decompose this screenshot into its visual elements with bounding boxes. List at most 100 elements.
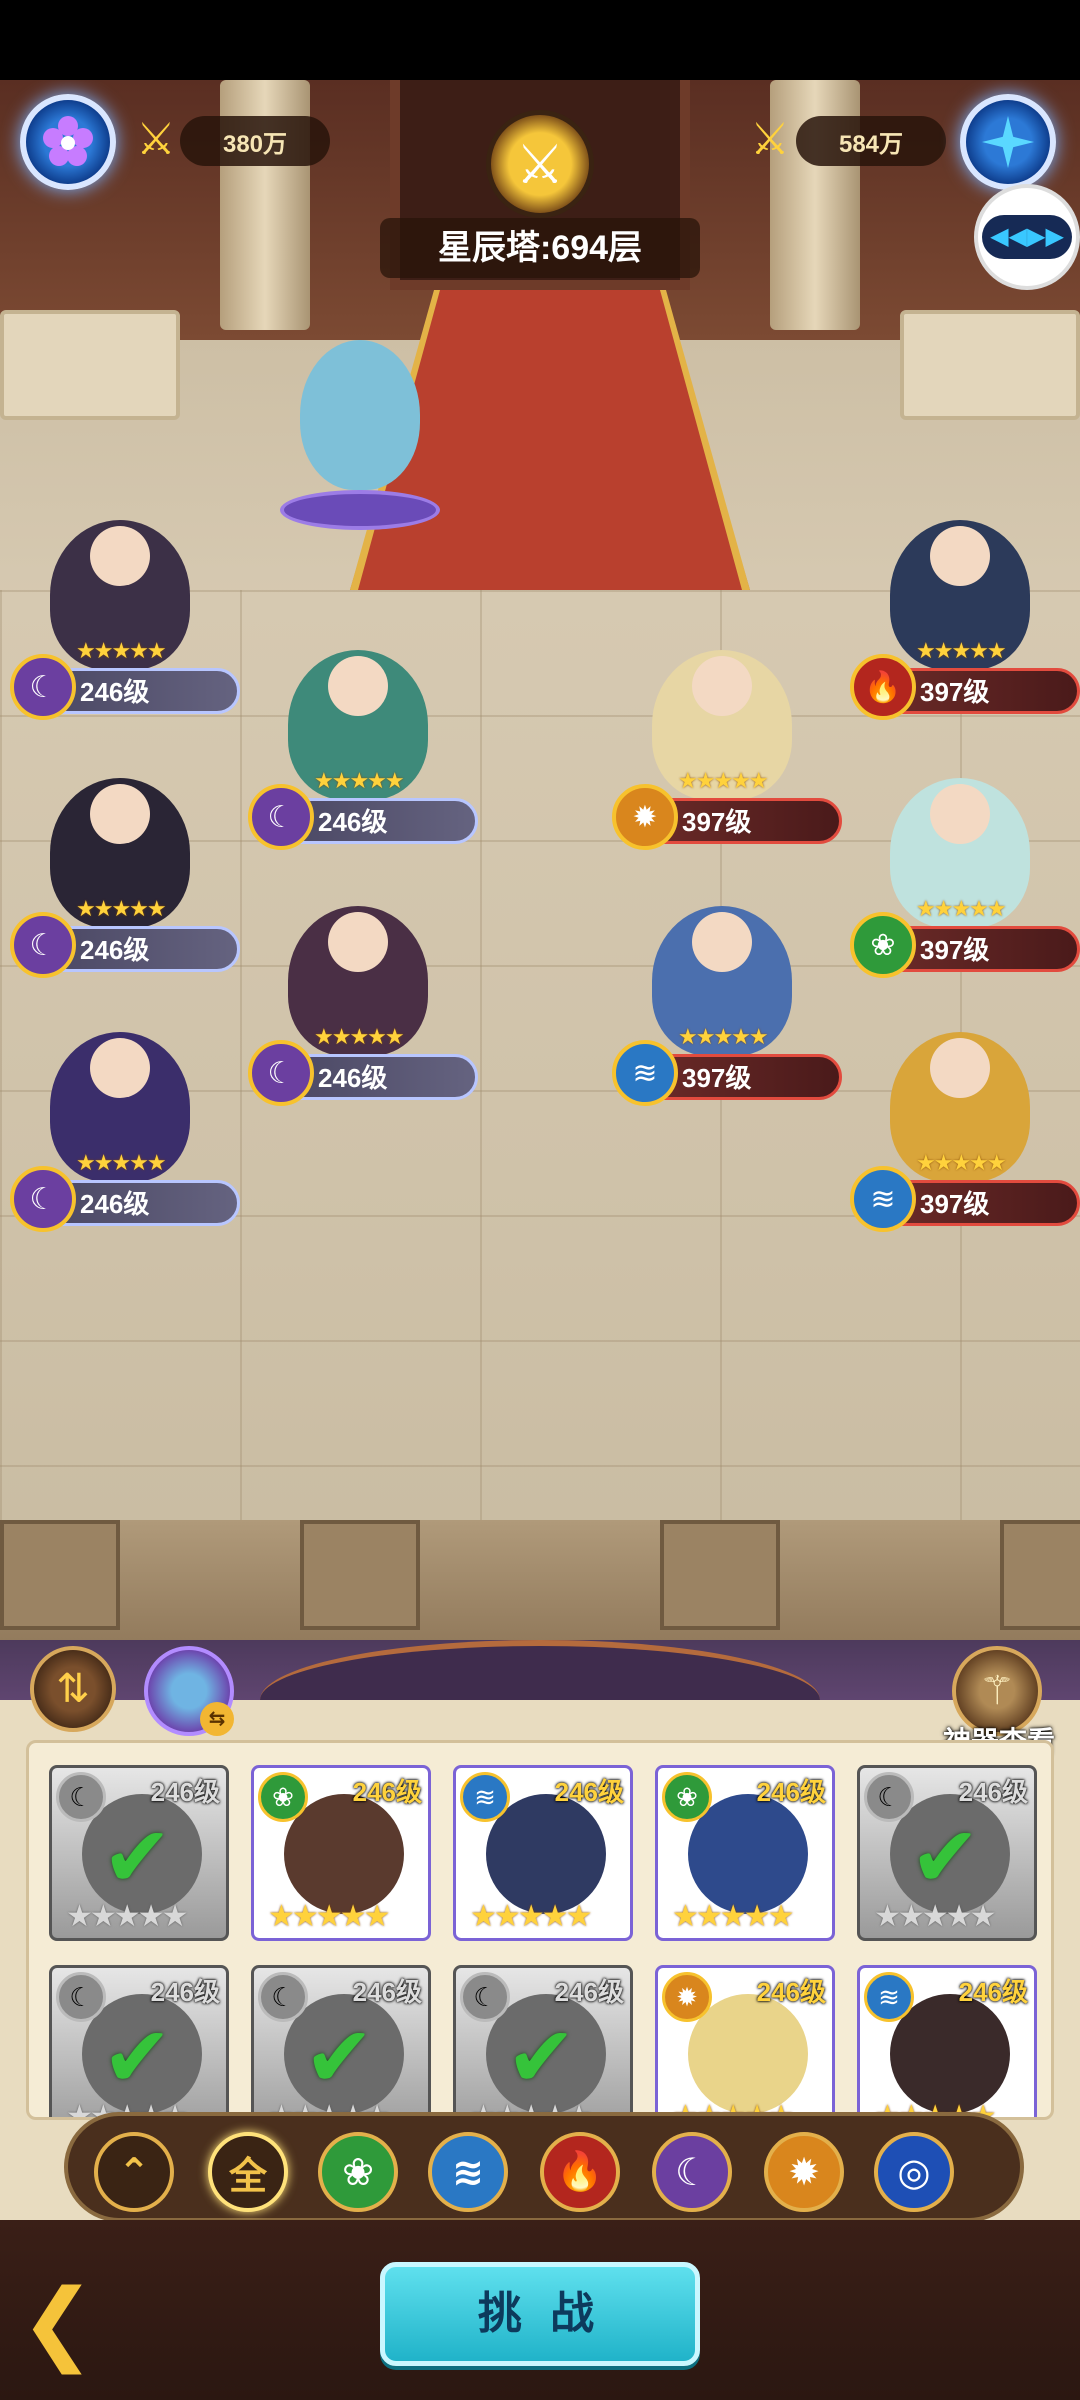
pet-dragon[interactable] <box>280 330 440 530</box>
hero-stars: ★★★★★ <box>76 638 167 663</box>
balustrade-post <box>660 1520 780 1630</box>
filter-leaf-icon[interactable]: ❀ <box>318 2132 398 2212</box>
enemy-power: 584万 <box>796 116 946 166</box>
leaf-element-icon: ❀ <box>662 1772 712 1822</box>
hero-stars: ★★★★★ <box>916 1150 1007 1175</box>
moon-element-icon: ☾ <box>864 1772 914 1822</box>
moon-element-icon: ☾ <box>56 1772 106 1822</box>
filter-moon-icon[interactable]: ☾ <box>652 2132 732 2212</box>
hero-stars: ★★★★★ <box>76 1150 167 1175</box>
roster-card[interactable]: ☾ 246级 ✔ ★★★★★ <box>857 1765 1037 1941</box>
element-filter-bar: ⌃ 全 ❀ ≋ 🔥 ☾ ✹ ◎ <box>64 2112 1024 2222</box>
enemy-hero[interactable]: ★★★★★ 397级 ✹ <box>612 650 852 850</box>
ledge-right <box>900 310 1080 420</box>
back-arrow-icon[interactable]: ❮ <box>20 2278 160 2368</box>
moon-element-icon: ☾ <box>248 784 314 850</box>
selected-check-icon: ✔ <box>102 1810 173 1904</box>
hero-level: 246级 <box>554 1777 624 1807</box>
leaf-element-icon: ❀ <box>850 912 916 978</box>
pet-select-button[interactable]: ⇆ <box>144 1646 234 1736</box>
challenge-button[interactable]: 挑 战 <box>380 2262 700 2366</box>
enemy-hero[interactable]: ★★★★★ 397级 ≋ <box>850 1032 1080 1232</box>
speed-toggle-icon: ◀◀▶▶ <box>982 215 1072 259</box>
hero-stars: ★★★★★ <box>268 1900 390 1933</box>
selected-check-icon: ✔ <box>506 2010 577 2104</box>
swap-formation-button[interactable]: ⇅ <box>30 1646 116 1732</box>
hero-stars: ★★★★★ <box>76 896 167 921</box>
collapse-up-icon[interactable]: ⌃ <box>94 2132 174 2212</box>
hero-stars: ★★★★★ <box>874 1900 996 1933</box>
battle-arena: ⚔ 380万 ⚔ 星辰塔:694层 ⚔ 584万 ◀◀▶▶ ★★★★★ 246级… <box>0 80 1080 1660</box>
hero-stars: ★★★★★ <box>314 1024 405 1049</box>
filter-all-button[interactable]: 全 <box>208 2132 288 2212</box>
roster-card[interactable]: ☾ 246级 ✔ ★★★★★ <box>49 1765 229 1941</box>
filter-sun-icon[interactable]: ✹ <box>764 2132 844 2212</box>
flower-icon <box>43 116 93 166</box>
enemy-hero[interactable]: ★★★★★ 397级 ❀ <box>850 778 1080 978</box>
ally-hero[interactable]: ★★★★★ 246级 ☾ <box>248 650 488 850</box>
filter-water-icon[interactable]: ≋ <box>428 2132 508 2212</box>
balustrade <box>0 1520 1080 1660</box>
ally-hero[interactable]: ★★★★★ 246级 ☾ <box>10 520 250 720</box>
hero-level: 246级 <box>150 1777 220 1807</box>
selected-check-icon: ✔ <box>102 2010 173 2104</box>
hero-level: 246级 <box>352 1777 422 1807</box>
sword-artifact-icon: ⚚ <box>979 1669 1015 1713</box>
battle-speed-button[interactable]: ◀◀▶▶ <box>974 184 1080 290</box>
sun-element-icon: ✹ <box>612 784 678 850</box>
moon-element-icon: ☾ <box>460 1972 510 2022</box>
fire-element-icon: 🔥 <box>850 654 916 720</box>
filter-vortex-icon[interactable]: ◎ <box>874 2132 954 2212</box>
hero-stars: ★★★★★ <box>314 768 405 793</box>
balustrade-post <box>1000 1520 1080 1630</box>
roster-card[interactable]: ❀ 246级 ★★★★★ <box>655 1765 835 1941</box>
hero-stars: ★★★★★ <box>470 1900 592 1933</box>
pet-body <box>300 340 420 490</box>
hero-stars: ★★★★★ <box>672 1900 794 1933</box>
filter-fire-icon[interactable]: 🔥 <box>540 2132 620 2212</box>
status-bar <box>0 0 1080 80</box>
moon-element-icon: ☾ <box>248 1040 314 1106</box>
roster-card[interactable]: ≋ 246级 ★★★★★ <box>453 1765 633 1941</box>
filter-all-label: 全 <box>228 2155 267 2198</box>
hero-level: 246级 <box>150 1977 220 2007</box>
water-element-icon: ≋ <box>612 1040 678 1106</box>
roster-card[interactable]: ☾ 246级 ✔ ★★★★★ <box>251 1965 431 2117</box>
moon-element-icon: ☾ <box>10 1166 76 1232</box>
moon-element-icon: ☾ <box>258 1972 308 2022</box>
hero-level: 397级 <box>920 935 990 965</box>
hero-level: 246级 <box>80 935 150 965</box>
swap-icon: ⇅ <box>56 1667 90 1711</box>
roster-card[interactable]: ≋ 246级 ★★★★★ <box>857 1965 1037 2117</box>
ally-hero[interactable]: ★★★★★ 246级 ☾ <box>10 1032 250 1232</box>
hero-stars: ★★★★★ <box>66 1900 188 1933</box>
hero-level: 397级 <box>920 1189 990 1219</box>
roster-card[interactable]: ☾ 246级 ✔ ★★★★★ <box>49 1965 229 2117</box>
hero-roster-grid: ☾ 246级 ✔ ★★★★★ ❀ 246级 ★★★★★ ≋ 246级 ★★★★★… <box>26 1740 1054 2120</box>
crossed-swords-icon: ⚔ <box>750 115 790 164</box>
hero-stars: ★★★★★ <box>916 638 1007 663</box>
enemy-hero[interactable]: ★★★★★ 397级 🔥 <box>850 520 1080 720</box>
hero-level: 246级 <box>756 1977 826 2007</box>
crystal-icon <box>982 116 1034 168</box>
enemy-faction-icon[interactable] <box>960 94 1056 190</box>
tower-floor-title: 星辰塔:694层 <box>380 218 700 278</box>
player-faction-icon[interactable] <box>20 94 116 190</box>
selected-check-icon: ✔ <box>910 1810 981 1904</box>
hero-stars: ★★★★★ <box>678 1024 769 1049</box>
hero-level: 246级 <box>352 1977 422 2007</box>
roster-card[interactable]: ☾ 246级 ✔ ★★★★★ <box>453 1965 633 2117</box>
hero-level: 246级 <box>756 1777 826 1807</box>
enemy-hero[interactable]: ★★★★★ 397级 ≋ <box>612 906 852 1106</box>
crossed-swords-icon: ⚔ <box>136 115 176 164</box>
moon-element-icon: ☾ <box>56 1972 106 2022</box>
roster-card[interactable]: ✹ 246级 ★★★★★ <box>655 1965 835 2117</box>
hero-level: 246级 <box>318 1063 388 1093</box>
hero-stars: ★★★★★ <box>678 768 769 793</box>
pet-platform <box>280 490 440 530</box>
hero-level: 246级 <box>958 1777 1028 1807</box>
hero-level: 246级 <box>80 677 150 707</box>
ally-hero[interactable]: ★★★★★ 246级 ☾ <box>10 778 250 978</box>
roster-card[interactable]: ❀ 246级 ★★★★★ <box>251 1765 431 1941</box>
ally-hero[interactable]: ★★★★★ 246级 ☾ <box>248 906 488 1106</box>
